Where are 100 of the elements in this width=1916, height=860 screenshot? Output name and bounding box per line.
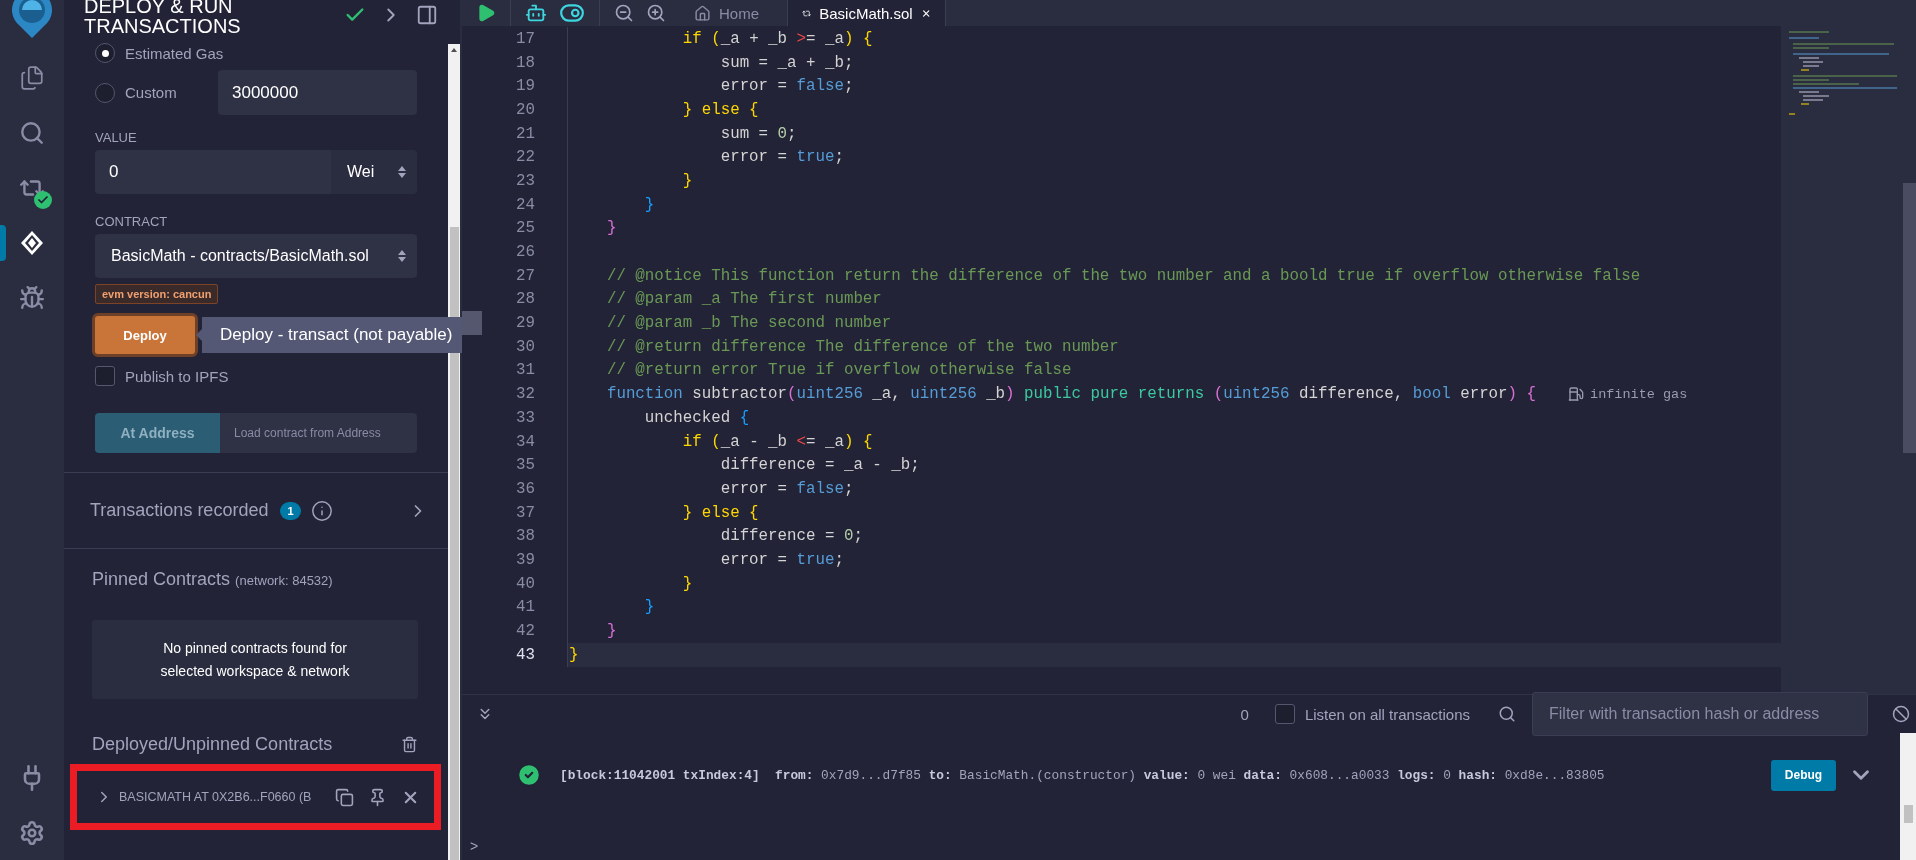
code-line: } <box>681 171 693 190</box>
checkbox-label: Listen on all transactions <box>1304 705 1470 723</box>
count-badge: 1 <box>280 501 301 520</box>
panel-toggle-icon[interactable] <box>416 4 438 26</box>
section-title: Transactions recorded <box>90 500 269 521</box>
tooltip: Deploy - transact (not payable) <box>202 317 463 353</box>
zoom-out-icon[interactable] <box>614 3 634 23</box>
line-number: 17 <box>515 29 535 48</box>
code-line: } <box>681 574 693 593</box>
line-number: 37 <box>515 503 535 522</box>
line-number: 31 <box>515 361 535 380</box>
debug-button[interactable]: Debug <box>1771 759 1836 791</box>
line-number: 38 <box>515 527 535 546</box>
line-number: 18 <box>515 53 535 72</box>
contract-select[interactable]: BasicMath - contracts/BasicMath.sol <box>95 234 417 278</box>
contract-instance-label: BASICMATH AT 0X2B6...F0660 (B <box>119 790 312 804</box>
clear-icon[interactable] <box>1892 705 1910 723</box>
field-label: VALUE <box>95 130 138 146</box>
home-icon <box>694 4 711 22</box>
line-number: 32 <box>515 385 535 404</box>
section-title: Deployed/Unpinned Contracts <box>92 734 333 754</box>
line-number: 35 <box>515 456 535 475</box>
code-line: unchecked { <box>643 408 750 427</box>
checkbox-label: Publish to IPFS <box>125 367 229 385</box>
settings-icon[interactable] <box>19 819 45 846</box>
line-number: 24 <box>515 195 535 214</box>
radio-button[interactable] <box>95 82 115 103</box>
radio-label: Custom <box>125 84 177 101</box>
spinner-arrows-icon <box>397 164 407 180</box>
line-number: 43 <box>515 645 535 664</box>
line-number: 40 <box>515 574 535 593</box>
line-number: 41 <box>515 598 535 617</box>
code-line: sum = 0; <box>719 124 797 143</box>
code-line: error = true; <box>719 148 844 167</box>
search-icon[interactable] <box>19 119 45 146</box>
line-number: 19 <box>515 77 535 96</box>
robot-icon[interactable] <box>525 2 547 24</box>
editor-tab[interactable]: BasicMath.sol <box>788 0 946 26</box>
line-number: 36 <box>515 479 535 498</box>
code-line: } <box>643 598 655 617</box>
code-line: } <box>569 645 579 664</box>
copy-icon[interactable] <box>335 787 354 807</box>
value-field[interactable]: 0 <box>95 150 331 194</box>
spinner-arrows-icon <box>397 248 407 264</box>
code-line: // @param _b The second number <box>605 314 892 333</box>
trash-icon[interactable] <box>401 735 418 753</box>
code-line: sum = _a + _b; <box>719 53 854 72</box>
zoom-in-icon[interactable] <box>646 3 666 23</box>
scrollbar <box>1903 805 1913 823</box>
code-line: // @notice This function return the difference of the two number and a boold true if overflow otherwise false <box>605 266 1641 285</box>
line-number: 27 <box>515 266 535 285</box>
files-icon[interactable] <box>19 64 45 91</box>
filter-field[interactable]: Filter with transaction hash or address <box>1532 692 1868 736</box>
code-line: // @return error True if overflow otherwise false <box>605 361 1072 380</box>
line-number: 23 <box>515 171 535 190</box>
code-line: // @param _a The first number <box>605 290 882 309</box>
line-number: 34 <box>515 432 535 451</box>
line-number: 22 <box>515 148 535 167</box>
line-number: 30 <box>515 337 535 356</box>
gas-estimate: infinite gas <box>1590 386 1688 402</box>
code-line: } <box>605 219 617 238</box>
code-line: difference = 0; <box>719 527 863 546</box>
active-indicator <box>0 225 6 261</box>
diamond-icon[interactable] <box>19 229 45 256</box>
code-line: error = false; <box>719 479 854 498</box>
info-icon <box>310 499 333 522</box>
line-number: 20 <box>515 100 535 119</box>
code-line: difference = _a - _b; <box>719 456 920 475</box>
checkbox[interactable] <box>95 366 115 386</box>
unit-select[interactable]: Wei <box>331 150 417 194</box>
transaction-count: 0 <box>1240 705 1249 723</box>
search-icon <box>1498 705 1516 723</box>
line-number: 25 <box>515 219 535 238</box>
code-line: error = false; <box>719 77 854 96</box>
code-line: } else { <box>681 100 759 119</box>
terminal-prompt[interactable]: > <box>462 838 1900 854</box>
bug-icon[interactable] <box>19 284 45 311</box>
radio-button[interactable] <box>95 43 115 63</box>
code-line: } <box>605 622 617 641</box>
code-line: } else { <box>681 503 759 522</box>
empty-message: No pinned contracts found for selected workspace & network <box>159 638 351 681</box>
field-label: CONTRACT <box>95 214 169 230</box>
line-number: 29 <box>515 314 535 333</box>
transaction-log: [block:11042001 txIndex:4] from: 0x7d9...d7f85 to: BasicMath.(constructor) value: 0 wei data: 0x608...a0033 logs: 0 hash: 0xd8e...83805 <box>560 767 1606 783</box>
radio-label: Estimated Gas <box>125 44 224 62</box>
play-icon[interactable] <box>476 3 496 23</box>
section-title: Pinned Contracts (network: 84532) <box>92 569 334 591</box>
code-line: if (_a + _b >= _a) { <box>681 29 873 48</box>
code-line: // @return difference The difference of the two number <box>605 337 1119 356</box>
code-line: error = true; <box>719 550 844 569</box>
line-number: 33 <box>515 408 535 427</box>
gas-limit-field[interactable]: 3000000 <box>218 70 417 115</box>
line-number: 26 <box>515 243 535 262</box>
checkbox[interactable] <box>1274 704 1295 724</box>
pin-icon[interactable] <box>368 787 387 807</box>
evm-version-badge: evm version: cancun <box>95 284 219 304</box>
code-line: } <box>643 195 655 214</box>
fuel-icon <box>1568 386 1585 403</box>
line-number: 42 <box>515 622 535 641</box>
code-line: if (_a - _b <= _a) { <box>681 432 873 451</box>
